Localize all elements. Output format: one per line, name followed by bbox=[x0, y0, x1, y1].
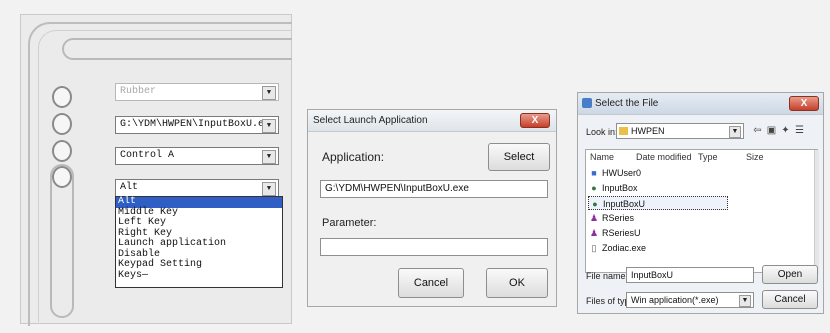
file-name: InputBoxU bbox=[603, 199, 646, 209]
select-button[interactable]: Select bbox=[488, 143, 550, 171]
tablet-hotkey-1[interactable] bbox=[52, 86, 72, 108]
file-row[interactable]: ● InputBox bbox=[588, 181, 728, 195]
chevron-down-icon: ▼ bbox=[262, 86, 276, 100]
hotkey-1-value: Rubber bbox=[120, 86, 157, 97]
app-icon: ● bbox=[592, 199, 598, 209]
app-icon: ♟ bbox=[589, 213, 599, 223]
hotkey-2-value: G:\YDM\HWPEN\InputBoxU.exe bbox=[120, 119, 277, 130]
hotkey-4-dropdown-list: Alt Middle Key Left Key Right Key Launch… bbox=[115, 196, 283, 288]
new-folder-icon[interactable]: ✦ bbox=[780, 125, 791, 136]
look-in-value: HWPEN bbox=[631, 126, 665, 136]
parameter-field[interactable] bbox=[320, 238, 548, 256]
tablet-hotkey-3[interactable] bbox=[52, 140, 72, 162]
back-arrow-icon[interactable]: ⇦ bbox=[752, 125, 763, 136]
file-name: Zodiac.exe bbox=[602, 243, 647, 253]
file-row[interactable]: ■ HWUser0 bbox=[588, 166, 728, 180]
close-button[interactable]: X bbox=[520, 113, 550, 128]
look-in-select[interactable]: HWPEN ▼ bbox=[616, 123, 744, 139]
dropdown-option[interactable]: Alt bbox=[116, 196, 282, 208]
ok-button[interactable]: OK bbox=[486, 268, 548, 298]
hotkey-2-select[interactable]: G:\YDM\HWPEN\InputBoxU.exe ▼ bbox=[115, 116, 279, 134]
dropdown-option[interactable]: Launch application bbox=[116, 238, 282, 250]
vertical-scrollbar[interactable] bbox=[814, 150, 819, 274]
dialog-titlebar: Select Launch Application X bbox=[308, 110, 556, 132]
chevron-down-icon[interactable]: ▼ bbox=[262, 119, 276, 133]
tablet-hotkey-2[interactable] bbox=[52, 113, 72, 135]
close-button[interactable]: X bbox=[789, 96, 819, 111]
file-list: Name Date modified Type Size ■ HWUser0 ● I… bbox=[585, 149, 819, 274]
dropdown-option[interactable]: Keypad Setting bbox=[116, 259, 282, 271]
cancel-button[interactable]: Cancel bbox=[398, 268, 464, 298]
column-header-size[interactable]: Size bbox=[746, 152, 764, 162]
application-label: Application: bbox=[322, 150, 385, 164]
file-row[interactable]: ▯ Zodiac.exe bbox=[588, 241, 728, 255]
folder-icon bbox=[619, 127, 628, 135]
file-picker-dialog: Select the File X Look in: HWPEN ▼ ⇦ ▣ ✦… bbox=[577, 92, 824, 314]
hotkey-1-select: Rubber ▼ bbox=[115, 83, 279, 101]
file-name: RSeriesU bbox=[602, 228, 641, 238]
chevron-down-icon[interactable]: ▼ bbox=[262, 182, 276, 196]
chevron-down-icon[interactable]: ▼ bbox=[739, 295, 751, 307]
file-name: RSeries bbox=[602, 213, 635, 223]
column-header-type[interactable]: Type bbox=[698, 152, 718, 162]
app-icon: ♟ bbox=[589, 228, 599, 238]
dialog-title: Select Launch Application bbox=[313, 115, 428, 126]
hotkey-3-select[interactable]: Control A ▼ bbox=[115, 147, 279, 165]
file-row[interactable]: ♟ RSeriesU bbox=[588, 226, 728, 240]
file-type-value: Win application(*.exe) bbox=[631, 295, 719, 305]
tablet-top-bar bbox=[62, 38, 292, 60]
file-cancel-button[interactable]: Cancel bbox=[762, 290, 818, 309]
dropdown-option[interactable]: Left Key bbox=[116, 217, 282, 229]
dialog-titlebar: Select the File X bbox=[578, 93, 823, 115]
application-path-field[interactable]: G:\YDM\HWPEN\InputBoxU.exe bbox=[320, 180, 548, 198]
tablet-touch-strip bbox=[50, 164, 74, 318]
up-folder-icon[interactable]: ▣ bbox=[766, 125, 777, 136]
dialog-title: Select the File bbox=[595, 98, 659, 109]
file-name-input[interactable]: InputBoxU bbox=[626, 267, 754, 283]
chevron-down-icon[interactable]: ▼ bbox=[262, 150, 276, 164]
window-app-icon bbox=[582, 98, 592, 108]
hotkey-3-value: Control A bbox=[120, 150, 175, 161]
hotkey-4-value: Alt bbox=[120, 182, 139, 193]
dropdown-option[interactable]: Keys— bbox=[116, 270, 282, 282]
file-type-select[interactable]: Win application(*.exe) ▼ bbox=[626, 292, 754, 308]
file-name: InputBox bbox=[602, 183, 638, 193]
file-icon: ▯ bbox=[591, 243, 597, 253]
app-icon: ● bbox=[591, 183, 597, 193]
file-name-label: File name: bbox=[586, 271, 629, 281]
hotkey-4-select[interactable]: Alt ▼ bbox=[115, 179, 279, 197]
column-header-date[interactable]: Date modified bbox=[636, 152, 692, 162]
file-row-selected[interactable]: ● InputBoxU bbox=[588, 196, 728, 210]
open-button[interactable]: Open bbox=[762, 265, 818, 284]
launch-app-dialog: Select Launch Application X Application:… bbox=[307, 109, 557, 307]
file-name: HWUser0 bbox=[602, 168, 642, 178]
file-row[interactable]: ♟ RSeries bbox=[588, 211, 728, 225]
app-icon: ■ bbox=[591, 168, 597, 178]
look-in-label: Look in: bbox=[586, 127, 618, 137]
column-header-name[interactable]: Name bbox=[590, 152, 614, 162]
parameter-label: Parameter: bbox=[322, 217, 377, 229]
view-menu-icon[interactable]: ☰ bbox=[794, 125, 805, 136]
chevron-down-icon[interactable]: ▼ bbox=[729, 126, 741, 138]
